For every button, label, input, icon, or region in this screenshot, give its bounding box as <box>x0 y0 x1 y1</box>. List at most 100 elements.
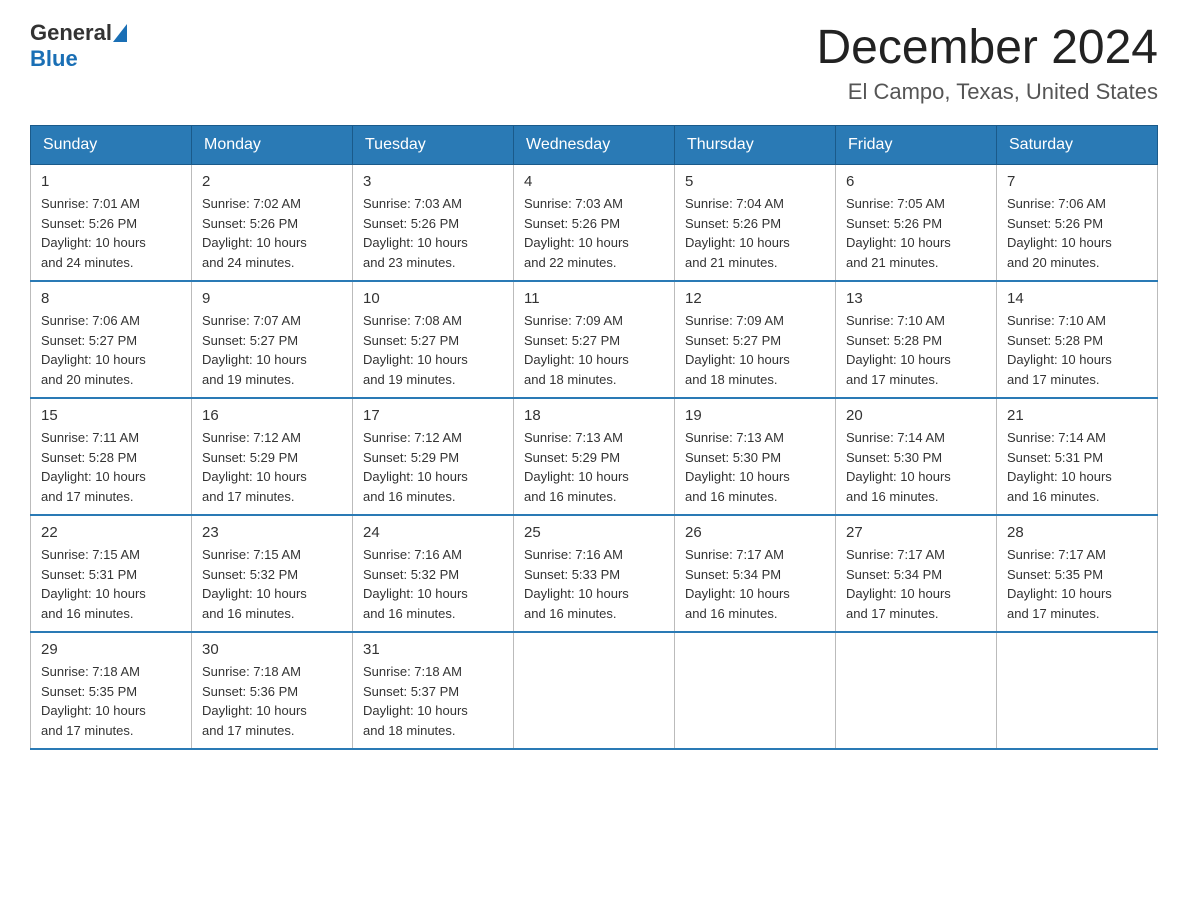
calendar-cell: 28 Sunrise: 7:17 AMSunset: 5:35 PMDaylig… <box>997 515 1158 632</box>
weekday-header-wednesday: Wednesday <box>514 126 675 165</box>
day-number: 3 <box>363 173 503 190</box>
day-info: Sunrise: 7:13 AMSunset: 5:30 PMDaylight:… <box>685 428 825 506</box>
day-info: Sunrise: 7:01 AMSunset: 5:26 PMDaylight:… <box>41 194 181 272</box>
day-info: Sunrise: 7:18 AMSunset: 5:37 PMDaylight:… <box>363 662 503 740</box>
day-info: Sunrise: 7:18 AMSunset: 5:36 PMDaylight:… <box>202 662 342 740</box>
calendar-cell: 5 Sunrise: 7:04 AMSunset: 5:26 PMDayligh… <box>675 165 836 282</box>
day-info: Sunrise: 7:05 AMSunset: 5:26 PMDaylight:… <box>846 194 986 272</box>
calendar-cell <box>675 632 836 749</box>
day-info: Sunrise: 7:16 AMSunset: 5:33 PMDaylight:… <box>524 545 664 623</box>
day-number: 19 <box>685 407 825 424</box>
day-info: Sunrise: 7:08 AMSunset: 5:27 PMDaylight:… <box>363 311 503 389</box>
calendar-cell: 16 Sunrise: 7:12 AMSunset: 5:29 PMDaylig… <box>192 398 353 515</box>
day-number: 6 <box>846 173 986 190</box>
day-info: Sunrise: 7:18 AMSunset: 5:35 PMDaylight:… <box>41 662 181 740</box>
day-info: Sunrise: 7:13 AMSunset: 5:29 PMDaylight:… <box>524 428 664 506</box>
day-info: Sunrise: 7:12 AMSunset: 5:29 PMDaylight:… <box>363 428 503 506</box>
day-number: 5 <box>685 173 825 190</box>
day-number: 12 <box>685 290 825 307</box>
day-number: 4 <box>524 173 664 190</box>
calendar-week-row: 22 Sunrise: 7:15 AMSunset: 5:31 PMDaylig… <box>31 515 1158 632</box>
calendar-cell: 15 Sunrise: 7:11 AMSunset: 5:28 PMDaylig… <box>31 398 192 515</box>
weekday-header-thursday: Thursday <box>675 126 836 165</box>
calendar-cell: 31 Sunrise: 7:18 AMSunset: 5:37 PMDaylig… <box>353 632 514 749</box>
day-info: Sunrise: 7:02 AMSunset: 5:26 PMDaylight:… <box>202 194 342 272</box>
calendar-cell: 18 Sunrise: 7:13 AMSunset: 5:29 PMDaylig… <box>514 398 675 515</box>
calendar-cell <box>514 632 675 749</box>
day-number: 16 <box>202 407 342 424</box>
calendar-table: SundayMondayTuesdayWednesdayThursdayFrid… <box>30 125 1158 750</box>
calendar-cell: 3 Sunrise: 7:03 AMSunset: 5:26 PMDayligh… <box>353 165 514 282</box>
calendar-cell: 12 Sunrise: 7:09 AMSunset: 5:27 PMDaylig… <box>675 281 836 398</box>
weekday-header-friday: Friday <box>836 126 997 165</box>
calendar-cell: 30 Sunrise: 7:18 AMSunset: 5:36 PMDaylig… <box>192 632 353 749</box>
calendar-cell: 24 Sunrise: 7:16 AMSunset: 5:32 PMDaylig… <box>353 515 514 632</box>
day-info: Sunrise: 7:14 AMSunset: 5:30 PMDaylight:… <box>846 428 986 506</box>
day-info: Sunrise: 7:06 AMSunset: 5:27 PMDaylight:… <box>41 311 181 389</box>
calendar-cell: 29 Sunrise: 7:18 AMSunset: 5:35 PMDaylig… <box>31 632 192 749</box>
day-info: Sunrise: 7:16 AMSunset: 5:32 PMDaylight:… <box>363 545 503 623</box>
day-number: 7 <box>1007 173 1147 190</box>
day-info: Sunrise: 7:09 AMSunset: 5:27 PMDaylight:… <box>524 311 664 389</box>
day-number: 31 <box>363 641 503 658</box>
day-number: 29 <box>41 641 181 658</box>
day-number: 27 <box>846 524 986 541</box>
day-info: Sunrise: 7:07 AMSunset: 5:27 PMDaylight:… <box>202 311 342 389</box>
day-info: Sunrise: 7:04 AMSunset: 5:26 PMDaylight:… <box>685 194 825 272</box>
weekday-header-saturday: Saturday <box>997 126 1158 165</box>
calendar-cell: 7 Sunrise: 7:06 AMSunset: 5:26 PMDayligh… <box>997 165 1158 282</box>
page-header: General Blue December 2024 El Campo, Tex… <box>30 20 1158 105</box>
calendar-week-row: 15 Sunrise: 7:11 AMSunset: 5:28 PMDaylig… <box>31 398 1158 515</box>
day-number: 15 <box>41 407 181 424</box>
calendar-cell: 4 Sunrise: 7:03 AMSunset: 5:26 PMDayligh… <box>514 165 675 282</box>
calendar-cell: 13 Sunrise: 7:10 AMSunset: 5:28 PMDaylig… <box>836 281 997 398</box>
day-info: Sunrise: 7:03 AMSunset: 5:26 PMDaylight:… <box>524 194 664 272</box>
day-number: 30 <box>202 641 342 658</box>
calendar-cell: 10 Sunrise: 7:08 AMSunset: 5:27 PMDaylig… <box>353 281 514 398</box>
calendar-week-row: 29 Sunrise: 7:18 AMSunset: 5:35 PMDaylig… <box>31 632 1158 749</box>
title-area: December 2024 El Campo, Texas, United St… <box>816 20 1158 105</box>
calendar-cell: 8 Sunrise: 7:06 AMSunset: 5:27 PMDayligh… <box>31 281 192 398</box>
day-info: Sunrise: 7:12 AMSunset: 5:29 PMDaylight:… <box>202 428 342 506</box>
logo: General Blue <box>30 20 127 72</box>
day-info: Sunrise: 7:10 AMSunset: 5:28 PMDaylight:… <box>846 311 986 389</box>
logo-blue-text: Blue <box>30 46 78 71</box>
calendar-cell: 23 Sunrise: 7:15 AMSunset: 5:32 PMDaylig… <box>192 515 353 632</box>
day-number: 14 <box>1007 290 1147 307</box>
day-number: 17 <box>363 407 503 424</box>
day-number: 26 <box>685 524 825 541</box>
day-number: 22 <box>41 524 181 541</box>
calendar-cell: 17 Sunrise: 7:12 AMSunset: 5:29 PMDaylig… <box>353 398 514 515</box>
weekday-header-tuesday: Tuesday <box>353 126 514 165</box>
calendar-cell: 6 Sunrise: 7:05 AMSunset: 5:26 PMDayligh… <box>836 165 997 282</box>
weekday-header-monday: Monday <box>192 126 353 165</box>
day-number: 1 <box>41 173 181 190</box>
calendar-cell: 14 Sunrise: 7:10 AMSunset: 5:28 PMDaylig… <box>997 281 1158 398</box>
calendar-cell: 21 Sunrise: 7:14 AMSunset: 5:31 PMDaylig… <box>997 398 1158 515</box>
day-info: Sunrise: 7:15 AMSunset: 5:32 PMDaylight:… <box>202 545 342 623</box>
day-number: 24 <box>363 524 503 541</box>
day-number: 9 <box>202 290 342 307</box>
weekday-header-sunday: Sunday <box>31 126 192 165</box>
day-info: Sunrise: 7:03 AMSunset: 5:26 PMDaylight:… <box>363 194 503 272</box>
calendar-cell: 2 Sunrise: 7:02 AMSunset: 5:26 PMDayligh… <box>192 165 353 282</box>
calendar-cell: 26 Sunrise: 7:17 AMSunset: 5:34 PMDaylig… <box>675 515 836 632</box>
day-number: 2 <box>202 173 342 190</box>
calendar-week-row: 8 Sunrise: 7:06 AMSunset: 5:27 PMDayligh… <box>31 281 1158 398</box>
day-info: Sunrise: 7:15 AMSunset: 5:31 PMDaylight:… <box>41 545 181 623</box>
day-number: 18 <box>524 407 664 424</box>
calendar-week-row: 1 Sunrise: 7:01 AMSunset: 5:26 PMDayligh… <box>31 165 1158 282</box>
day-info: Sunrise: 7:06 AMSunset: 5:26 PMDaylight:… <box>1007 194 1147 272</box>
logo-triangle-icon <box>113 24 127 42</box>
day-info: Sunrise: 7:17 AMSunset: 5:34 PMDaylight:… <box>846 545 986 623</box>
day-number: 8 <box>41 290 181 307</box>
calendar-cell <box>997 632 1158 749</box>
day-info: Sunrise: 7:17 AMSunset: 5:34 PMDaylight:… <box>685 545 825 623</box>
month-title: December 2024 <box>816 20 1158 75</box>
logo-general-text: General <box>30 20 112 46</box>
calendar-cell: 25 Sunrise: 7:16 AMSunset: 5:33 PMDaylig… <box>514 515 675 632</box>
calendar-cell: 9 Sunrise: 7:07 AMSunset: 5:27 PMDayligh… <box>192 281 353 398</box>
day-number: 10 <box>363 290 503 307</box>
calendar-cell: 19 Sunrise: 7:13 AMSunset: 5:30 PMDaylig… <box>675 398 836 515</box>
location-title: El Campo, Texas, United States <box>816 79 1158 105</box>
